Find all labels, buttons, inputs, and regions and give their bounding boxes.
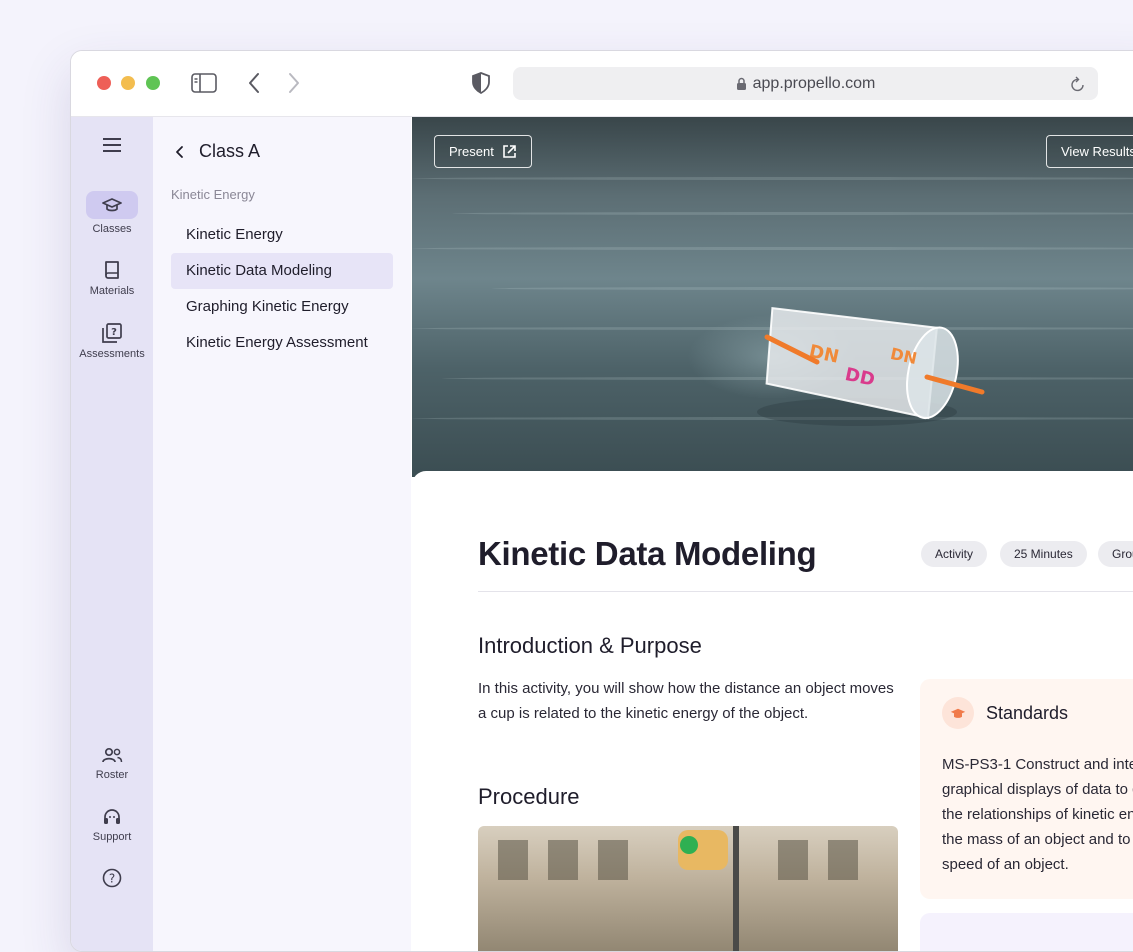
intro-text: In this activity, you will show how the … [478, 680, 894, 722]
standards-header: Standards [942, 697, 1068, 729]
close-window-button[interactable] [97, 76, 111, 90]
class-name: Class A [199, 141, 261, 161]
rail-item-assessments[interactable]: ? Assessments [71, 322, 153, 360]
view-results-button[interactable]: View Results [1046, 135, 1133, 168]
standards-line: speed of an object. [942, 856, 1069, 873]
lesson-content: Kinetic Data Modeling Activity 25 Minute… [412, 471, 1133, 951]
rail-item-classes[interactable]: Classes [71, 191, 153, 235]
lesson-sidebar: Class A Kinetic Energy Kinetic Energy Ki… [153, 117, 411, 951]
secondary-card [920, 913, 1133, 951]
rail-item-help[interactable]: ? [71, 868, 153, 892]
help-icon: ? [71, 868, 153, 888]
svg-text:?: ? [111, 327, 117, 338]
unit-heading: Kinetic Energy [171, 187, 255, 202]
back-to-class-link[interactable]: Class A [175, 141, 260, 162]
external-link-icon [502, 144, 517, 159]
sidebar-toggle-icon[interactable] [191, 71, 217, 95]
standards-line: the mass of an object and to the [942, 831, 1133, 848]
people-icon [71, 745, 153, 765]
tag-chip: Activity [921, 541, 988, 567]
lock-icon [736, 77, 747, 91]
standards-card: Standards MS-PS3-1 Construct and interpr… [920, 679, 1133, 899]
standards-line: the relationships of kinetic energy to [942, 806, 1133, 823]
standards-line: graphical displays of data to describe [942, 781, 1133, 798]
rail-item-label: Roster [95, 769, 129, 781]
svg-text:?: ? [109, 872, 115, 886]
book-icon [71, 259, 153, 281]
floating-cup-image: DN DD DN [757, 307, 985, 426]
intro-heading: Introduction & Purpose [478, 633, 702, 658]
app-rail: Classes Materials ? Assessments Roster S… [71, 117, 153, 951]
lesson-item-kinetic-energy[interactable]: Kinetic Energy [171, 217, 393, 253]
hamburger-menu-icon [71, 137, 153, 153]
tag-chip: Group [1098, 541, 1133, 567]
graduation-cap-icon [86, 191, 138, 219]
url-text: app.propello.com [752, 74, 876, 92]
forward-arrow-icon[interactable] [287, 71, 301, 95]
lesson-item-kinetic-energy-assessment[interactable]: Kinetic Energy Assessment [171, 325, 393, 361]
standards-line: MS-PS3-1 Construct and interpret [942, 756, 1133, 773]
rail-item-materials[interactable]: Materials [71, 259, 153, 297]
headset-icon [71, 807, 153, 827]
privacy-shield-icon[interactable] [471, 71, 491, 95]
rail-item-label: Classes [92, 223, 132, 235]
browser-toolbar: app.propello.com [71, 51, 1133, 117]
browser-window: app.propello.com Classes Materials ? Ass… [70, 50, 1133, 952]
rail-item-support[interactable]: Support [71, 807, 153, 843]
back-arrow-icon[interactable] [247, 71, 261, 95]
procedure-heading: Procedure [478, 784, 580, 809]
graduation-cap-icon [942, 697, 974, 729]
rail-item-label: Materials [89, 285, 135, 297]
lesson-item-graphing-kinetic-energy[interactable]: Graphing Kinetic Energy [171, 289, 393, 325]
reload-icon[interactable] [1070, 75, 1086, 98]
lesson-hero-image: DN DD DN Present View Results [412, 117, 1133, 477]
standards-title: Standards [986, 702, 1069, 723]
tag-chip: 25 Minutes [1000, 541, 1087, 567]
address-bar[interactable]: app.propello.com [513, 67, 1098, 100]
title-divider [478, 591, 1133, 592]
procedure-image [478, 826, 898, 951]
present-label: Present [449, 144, 494, 159]
rail-item-label: Assessments [79, 348, 145, 360]
rail-item-label: Support [92, 831, 132, 843]
minimize-window-button[interactable] [121, 76, 135, 90]
lesson-item-kinetic-data-modeling[interactable]: Kinetic Data Modeling [171, 253, 393, 289]
present-button[interactable]: Present [434, 135, 532, 168]
rail-item-roster[interactable]: Roster [71, 745, 153, 781]
standards-text: MS-PS3-1 Construct and interpret graphic… [942, 752, 1133, 877]
menu-button[interactable] [71, 137, 153, 157]
chevron-left-icon [175, 145, 185, 159]
page-title: Kinetic Data Modeling [478, 535, 817, 572]
quiz-icon: ? [71, 322, 153, 344]
maximize-window-button[interactable] [146, 76, 160, 90]
